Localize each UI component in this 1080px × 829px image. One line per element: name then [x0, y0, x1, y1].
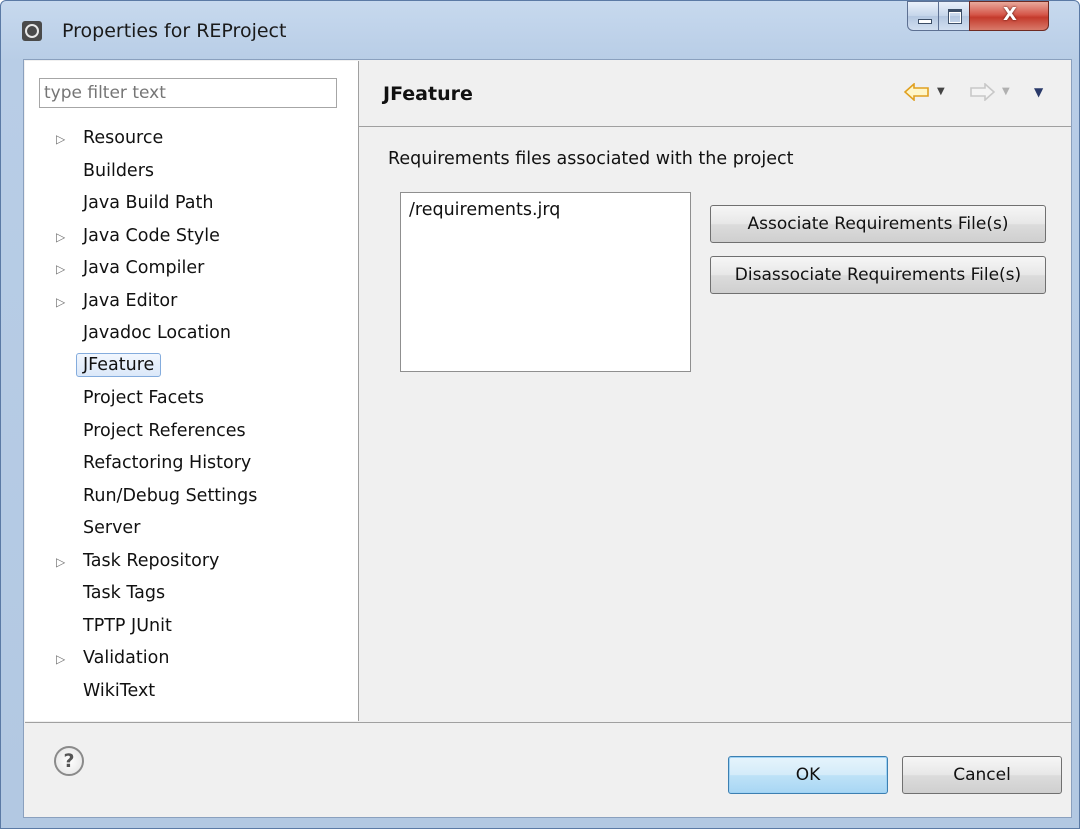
ok-button[interactable]: OK	[728, 756, 888, 794]
minimize-button[interactable]	[907, 1, 939, 31]
tree-item-project-references[interactable]: Project References	[25, 418, 355, 450]
help-icon[interactable]: ?	[54, 746, 84, 776]
close-icon: X	[1003, 4, 1017, 25]
expand-arrow-icon[interactable]: ▷	[56, 262, 65, 276]
expand-arrow-icon[interactable]: ▷	[56, 295, 65, 309]
forward-history-dropdown-icon[interactable]: ▼	[1002, 86, 1010, 97]
tree-item-validation[interactable]: ▷ Validation	[25, 645, 355, 677]
requirements-file-list[interactable]: /requirements.jrq	[400, 192, 691, 372]
jfeature-page: Requirements files associated with the p…	[359, 127, 1071, 721]
expand-arrow-icon[interactable]: ▷	[56, 652, 65, 666]
tree-item-server[interactable]: Server	[25, 515, 355, 547]
forward-arrow-icon[interactable]	[969, 83, 995, 101]
expand-arrow-icon[interactable]: ▷	[56, 230, 65, 244]
title-bar[interactable]: Properties for REProject X	[1, 1, 1079, 59]
dialog-client-area: ▷Resource Builders Java Build Path ▷Java…	[23, 59, 1072, 818]
tree-item-run-debug-settings[interactable]: Run/Debug Settings	[25, 483, 355, 515]
tree-item-project-facets[interactable]: Project Facets	[25, 385, 355, 417]
navigation-pane: ▷Resource Builders Java Build Path ▷Java…	[25, 61, 359, 721]
back-history-dropdown-icon[interactable]: ▼	[937, 86, 945, 97]
associate-requirements-button[interactable]: Associate Requirements File(s)	[710, 205, 1046, 243]
cancel-button[interactable]: Cancel	[902, 756, 1062, 794]
eclipse-app-icon	[22, 21, 42, 41]
expand-arrow-icon[interactable]: ▷	[56, 555, 65, 569]
tree-item-tptp-junit[interactable]: TPTP JUnit	[25, 613, 355, 645]
tree-item-java-editor[interactable]: ▷ Java Editor	[25, 288, 355, 320]
tree-item-task-repository[interactable]: ▷ Task Repository	[25, 548, 355, 580]
back-arrow-icon[interactable]	[904, 83, 930, 101]
filter-input[interactable]	[39, 78, 337, 108]
tree-item-java-build-path[interactable]: Java Build Path	[25, 190, 355, 222]
tree-item-java-compiler[interactable]: ▷ Java Compiler	[25, 255, 355, 287]
tree-item-jfeature[interactable]: JFeature	[25, 352, 355, 385]
tree-item-wikitext[interactable]: WikiText	[25, 678, 355, 710]
maximize-icon	[948, 9, 962, 24]
page-title: JFeature	[383, 83, 473, 105]
window-title: Properties for REProject	[62, 20, 287, 42]
tree-item-task-tags[interactable]: Task Tags	[25, 580, 355, 612]
tree-item-javadoc-location[interactable]: Javadoc Location	[25, 320, 355, 352]
close-button[interactable]: X	[969, 1, 1049, 31]
expand-arrow-icon[interactable]: ▷	[56, 132, 65, 146]
tree-item-refactoring-history[interactable]: Refactoring History	[25, 450, 355, 482]
page-header: JFeature ▼ ▼ ▼	[359, 61, 1071, 127]
maximize-button[interactable]	[938, 1, 970, 31]
tree-item-java-code-style[interactable]: ▷ Java Code Style	[25, 223, 355, 255]
minimize-icon	[918, 19, 932, 24]
footer-divider	[25, 722, 1071, 723]
properties-dialog: Properties for REProject X ▷Resource Bui…	[0, 0, 1080, 829]
list-item[interactable]: /requirements.jrq	[409, 200, 560, 220]
disassociate-requirements-button[interactable]: Disassociate Requirements File(s)	[710, 256, 1046, 294]
view-menu-icon[interactable]: ▼	[1034, 85, 1043, 99]
requirements-description: Requirements files associated with the p…	[388, 149, 794, 169]
tree-item-builders[interactable]: Builders	[25, 158, 355, 190]
tree-item-resource[interactable]: ▷ Resource	[25, 125, 355, 157]
